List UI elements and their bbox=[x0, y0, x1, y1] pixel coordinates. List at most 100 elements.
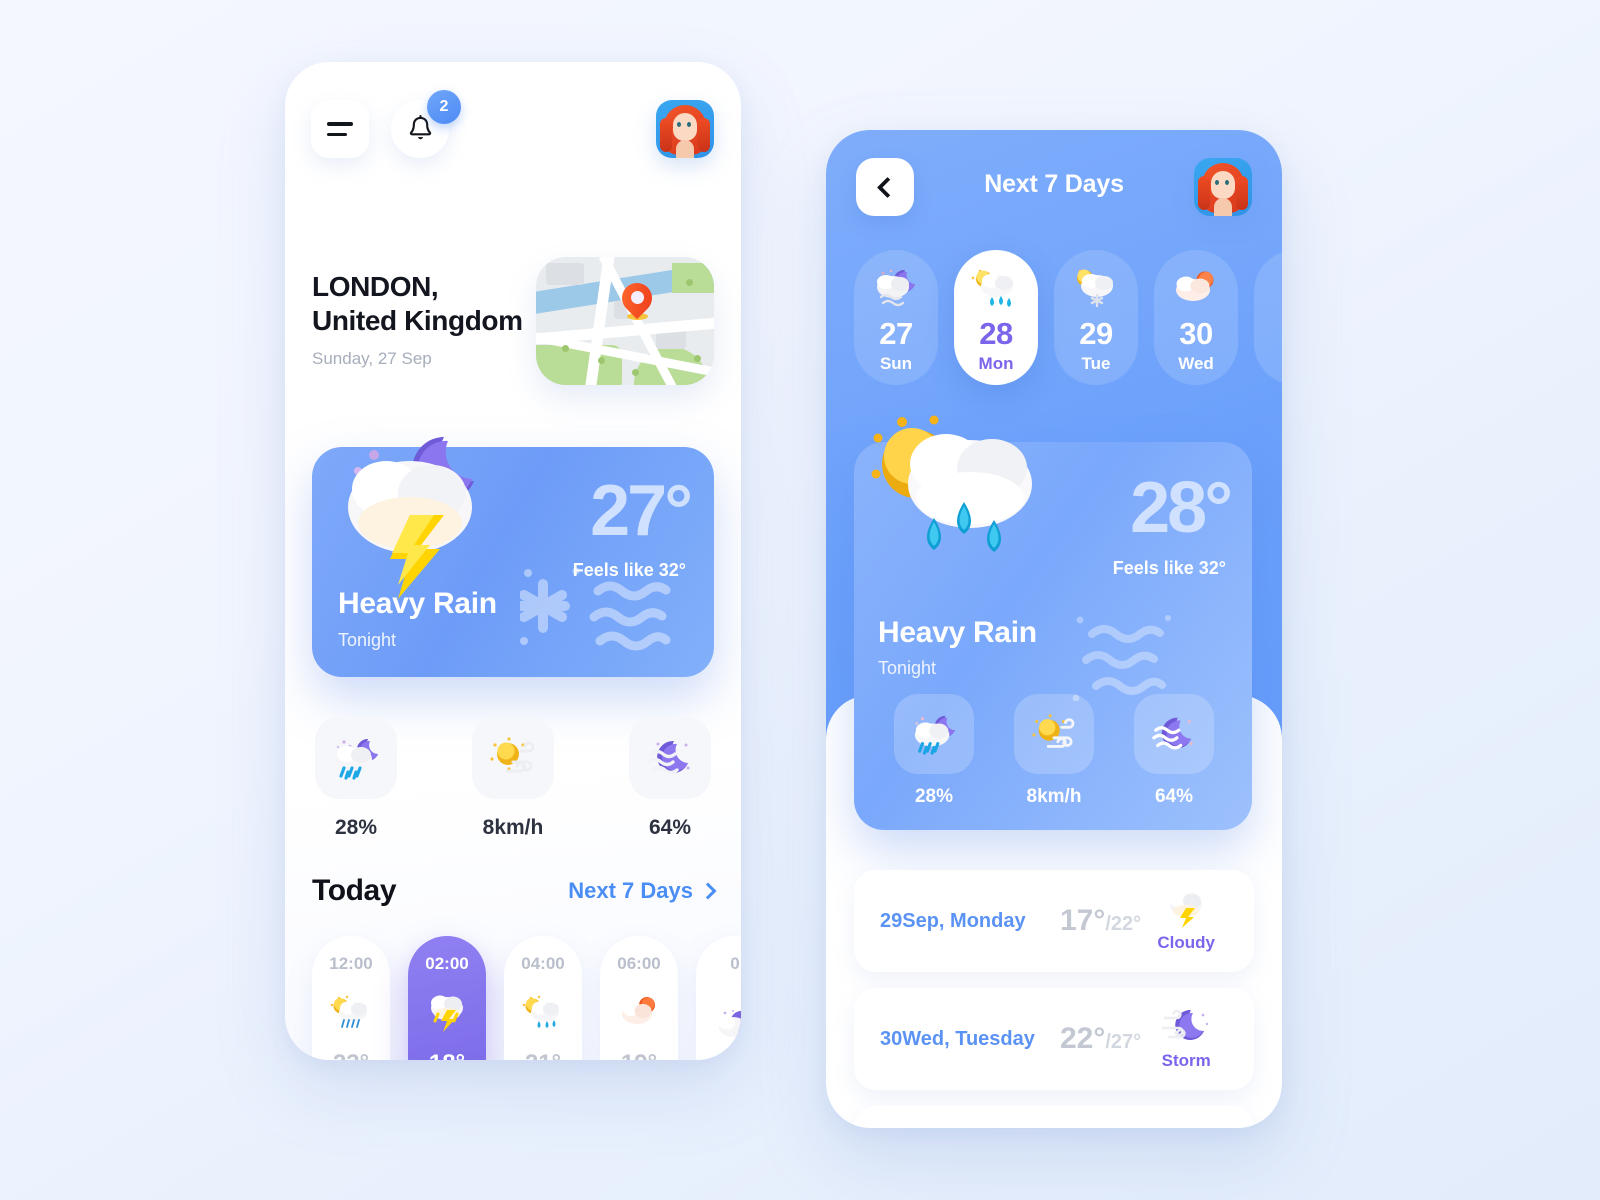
stat-wind[interactable]: 8km/h bbox=[1014, 694, 1094, 808]
hour-temp: 18° bbox=[429, 1050, 465, 1060]
chevron-right-icon bbox=[699, 882, 717, 900]
feels-like-text: Feels like 32° bbox=[1112, 558, 1226, 578]
day-item[interactable]: 29 Tue bbox=[1054, 250, 1138, 385]
day-weekday: Sun bbox=[879, 354, 913, 373]
hour-time: 02:00 bbox=[425, 954, 469, 973]
next-7-days-link[interactable]: Next 7 Days bbox=[568, 878, 717, 904]
day-item-partial[interactable]: W bbox=[1254, 250, 1282, 385]
stat-icon-box bbox=[894, 694, 974, 774]
day-selector[interactable]: 27 Sun 28 Mon 29 Tue 30 Wed bbox=[854, 250, 1282, 385]
phone-screen-next-7-days: Next 7 Days 27 Sun 28 Mon 29 Tue 30 Wed … bbox=[826, 130, 1282, 1128]
hourly-item-selected[interactable]: 02:00 18° bbox=[408, 936, 486, 1060]
map-dot bbox=[598, 357, 605, 364]
today-label: Today bbox=[312, 874, 397, 907]
condition-title: Heavy Rain bbox=[878, 616, 1037, 649]
notifications-button[interactable]: 2 bbox=[391, 90, 461, 158]
day-item-selected[interactable]: 28 Mon bbox=[954, 250, 1038, 385]
hour-time: 06:00 bbox=[617, 954, 661, 973]
map-dot bbox=[562, 345, 569, 352]
hourly-item[interactable]: 12:00 23° bbox=[312, 936, 390, 1060]
forecast-low: 17° bbox=[1060, 904, 1106, 937]
stat-value: 8km/h bbox=[1026, 786, 1082, 807]
current-weather-card[interactable]: 27° Feels like 32° Heavy Rain Tonight bbox=[312, 437, 714, 677]
avatar-eye-left bbox=[1215, 180, 1219, 185]
menu-button[interactable] bbox=[311, 100, 369, 158]
day-number: 27 bbox=[879, 316, 913, 351]
stat-value: 28% bbox=[334, 816, 378, 839]
avatar-hair-right bbox=[1236, 176, 1248, 210]
stat-wind[interactable]: 8km/h bbox=[472, 717, 554, 840]
stat-humidity[interactable]: 64% bbox=[1134, 694, 1214, 808]
avatar-neck bbox=[1214, 198, 1232, 216]
stat-humidity[interactable]: 64% bbox=[629, 717, 711, 840]
map-dot bbox=[694, 355, 701, 362]
mist-moon-icon bbox=[871, 266, 921, 310]
day-item[interactable]: 30 Wed bbox=[1154, 250, 1238, 385]
phone-screen-home: 2 LONDON, United Kingdom Sunday, 27 Sep bbox=[285, 62, 741, 1060]
stat-precipitation[interactable]: 28% bbox=[894, 694, 974, 808]
forecast-condition: Cloudy bbox=[1157, 933, 1215, 952]
forecast-row[interactable]: 29Sep, Monday 17°/22° Cloudy bbox=[854, 870, 1254, 972]
forecast-day: 30Wed, Tuesday bbox=[880, 1027, 1035, 1050]
day-weekday: Wed bbox=[1178, 354, 1214, 373]
stat-icon-box bbox=[1134, 694, 1214, 774]
map-thumbnail[interactable] bbox=[536, 257, 714, 385]
map-block-1 bbox=[546, 263, 584, 285]
hourly-item[interactable]: 06:00 19° bbox=[600, 936, 678, 1060]
forecast-high: /22° bbox=[1105, 913, 1142, 935]
weekly-forecast-list: 29Sep, Monday 17°/22° Cloudy 30Wed, Tues… bbox=[854, 870, 1254, 1128]
stat-value: 64% bbox=[1154, 786, 1194, 807]
sun-wind-icon bbox=[1032, 714, 1075, 748]
avatar-hair-right bbox=[698, 118, 710, 152]
sun-rain-icon bbox=[328, 992, 374, 1032]
current-temperature: 27° bbox=[590, 471, 693, 551]
day-temperature: 28° bbox=[1130, 468, 1233, 548]
wave-decoration-icon bbox=[1072, 615, 1171, 702]
wind-moon-icon bbox=[1160, 1007, 1212, 1047]
hour-time: 04:00 bbox=[521, 954, 565, 973]
rain-cloud-moon-icon bbox=[914, 715, 956, 755]
forecast-row-partial[interactable] bbox=[854, 1106, 1254, 1128]
avatar-face bbox=[1211, 171, 1235, 199]
hour-temp: 19° bbox=[621, 1050, 657, 1060]
stat-value: 8km/h bbox=[482, 816, 544, 839]
stat-icon-box bbox=[1014, 694, 1094, 774]
forecast-condition: Storm bbox=[1161, 1051, 1211, 1070]
day-item[interactable]: 27 Sun bbox=[854, 250, 938, 385]
day-stats-row: 28% 8km/h 64% bbox=[894, 694, 1214, 808]
avatar-hair-left bbox=[1198, 176, 1210, 210]
hourly-item[interactable]: 04:00 21° bbox=[504, 936, 582, 1060]
forecast-low: 22° bbox=[1060, 1022, 1106, 1055]
stat-precipitation[interactable]: 28% bbox=[315, 717, 397, 840]
sun-rain-drops-icon bbox=[971, 266, 1021, 310]
avatar[interactable] bbox=[1194, 158, 1252, 216]
forecast-row[interactable]: 30Wed, Tuesday 22°/27° Storm bbox=[854, 988, 1254, 1090]
next7-topbar: Next 7 Days bbox=[826, 158, 1282, 218]
location-country: United Kingdom bbox=[312, 305, 523, 337]
avatar-eye-right bbox=[687, 122, 691, 127]
map-dot bbox=[632, 369, 639, 376]
location-city: LONDON, bbox=[312, 271, 439, 302]
rain-cloud-moon-icon bbox=[336, 738, 378, 780]
hourly-item-partial[interactable]: 0 bbox=[696, 936, 741, 1060]
day-number: 28 bbox=[979, 316, 1013, 351]
moon-mist-icon bbox=[647, 740, 690, 775]
storm-icon bbox=[424, 992, 470, 1032]
stat-icon-box bbox=[315, 717, 397, 799]
avatar-eye-right bbox=[1225, 180, 1229, 185]
forecast-condition-block: Storm bbox=[1141, 1007, 1231, 1071]
hourly-forecast-list[interactable]: 12:00 23° 02:00 bbox=[312, 936, 741, 1060]
forecast-temps: 22°/27° bbox=[1060, 1022, 1141, 1056]
storm-cloud-icon bbox=[1160, 889, 1212, 929]
cloud-icon bbox=[1271, 266, 1282, 310]
hamburger-icon bbox=[327, 122, 353, 136]
sun-rain-cloud-icon bbox=[871, 415, 1032, 552]
hour-temp: 23° bbox=[333, 1050, 369, 1060]
night-cloud-icon bbox=[712, 1006, 741, 1046]
hour-time: 0 bbox=[730, 954, 740, 973]
hour-time: 12:00 bbox=[329, 954, 373, 973]
avatar[interactable] bbox=[656, 100, 714, 158]
location-block: LONDON, United Kingdom Sunday, 27 Sep bbox=[312, 270, 523, 369]
home-topbar: 2 bbox=[311, 90, 461, 158]
day-weather-card[interactable]: 28° Feels like 32° Heavy Rain Tonight 28… bbox=[854, 415, 1252, 830]
